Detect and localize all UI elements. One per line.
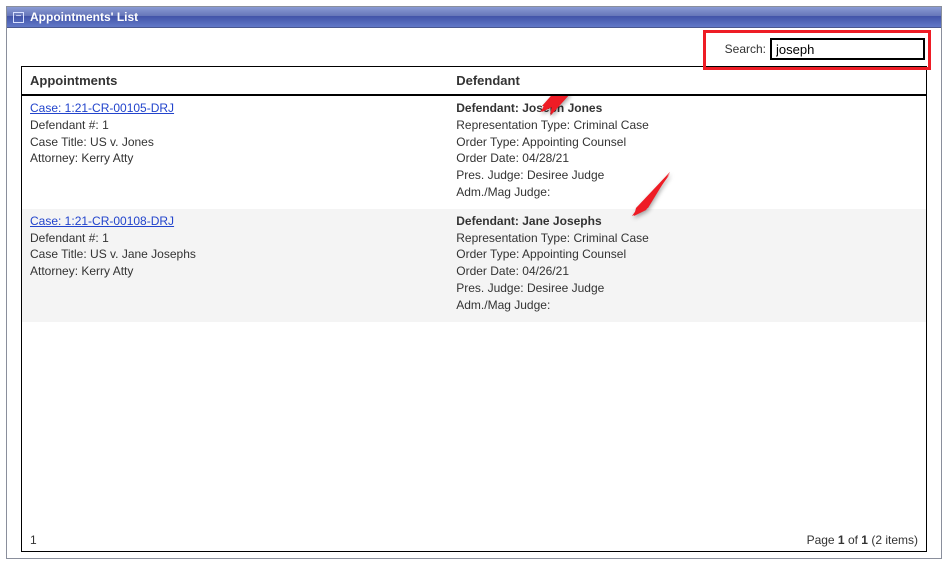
attorney: Kerry Atty (81, 264, 133, 278)
panel-header: − Appointments' List (7, 7, 941, 28)
order-type: Appointing Counsel (522, 135, 626, 149)
order-type-label: Order Type: (456, 247, 519, 261)
case-title-label: Case Title: (30, 247, 87, 261)
defendant-num-label: Defendant #: (30, 118, 99, 132)
order-type-label: Order Type: (456, 135, 519, 149)
table-row: Case: 1:21-CR-00105-DRJ Defendant #: 1 C… (22, 96, 926, 209)
grid-header: Appointments Defendant (22, 67, 926, 96)
search-label: Search: (725, 42, 766, 56)
appointments-grid: Appointments Defendant (21, 66, 927, 552)
grid-footer: 1 Page 1 of 1 (2 items) (22, 529, 926, 551)
case-link[interactable]: Case: 1:21-CR-00108-DRJ (30, 214, 174, 228)
col-header-defendant: Defendant (456, 73, 918, 88)
rep-type-label: Representation Type: (456, 231, 570, 245)
def-name: Joseph Jones (522, 101, 602, 115)
panel-title: Appointments' List (30, 10, 138, 24)
pres-judge: Desiree Judge (527, 168, 604, 182)
attorney-label: Attorney: (30, 151, 78, 165)
case-title: US v. Jones (90, 135, 154, 149)
case-link[interactable]: Case: 1:21-CR-00105-DRJ (30, 101, 174, 115)
col-header-appointments: Appointments (30, 73, 456, 88)
rep-type-label: Representation Type: (456, 118, 570, 132)
order-date-label: Order Date: (456, 264, 519, 278)
grid-body: Case: 1:21-CR-00105-DRJ Defendant #: 1 C… (22, 96, 926, 529)
order-type: Appointing Counsel (522, 247, 626, 261)
appointments-panel: − Appointments' List Search: Appointment… (6, 6, 942, 559)
page-link[interactable]: 1 (30, 533, 37, 547)
pager-items: (2 items) (868, 533, 918, 547)
collapse-icon[interactable]: − (13, 12, 24, 23)
panel-body: Search: Appointments Defendant (7, 28, 941, 558)
pres-judge-label: Pres. Judge: (456, 281, 523, 295)
adm-judge-label: Adm./Mag Judge: (456, 185, 550, 199)
attorney: Kerry Atty (81, 151, 133, 165)
defendant-cell: Defendant: Jane Josephs Representation T… (456, 213, 918, 314)
search-input[interactable] (770, 38, 925, 60)
pager-total: 1 (861, 533, 868, 547)
attorney-label: Attorney: (30, 264, 78, 278)
search-area: Search: (21, 38, 927, 60)
pager-current: 1 (838, 533, 845, 547)
pager-summary: Page 1 of 1 (2 items) (807, 533, 918, 547)
adm-judge-label: Adm./Mag Judge: (456, 298, 550, 312)
table-row: Case: 1:21-CR-00108-DRJ Defendant #: 1 C… (22, 209, 926, 322)
def-name-label: Defendant: (456, 101, 519, 115)
defendant-num: 1 (102, 118, 109, 132)
pres-judge-label: Pres. Judge: (456, 168, 523, 182)
order-date: 04/26/21 (522, 264, 569, 278)
defendant-cell: Defendant: Joseph Jones Representation T… (456, 100, 918, 201)
defendant-num: 1 (102, 231, 109, 245)
pres-judge: Desiree Judge (527, 281, 604, 295)
def-name: Jane Josephs (522, 214, 601, 228)
def-name-label: Defendant: (456, 214, 519, 228)
rep-type: Criminal Case (573, 118, 648, 132)
case-title: US v. Jane Josephs (90, 247, 196, 261)
defendant-num-label: Defendant #: (30, 231, 99, 245)
pager-of: of (845, 533, 862, 547)
appointments-cell: Case: 1:21-CR-00108-DRJ Defendant #: 1 C… (30, 213, 456, 314)
pager-prefix: Page (807, 533, 838, 547)
order-date: 04/28/21 (522, 151, 569, 165)
appointments-cell: Case: 1:21-CR-00105-DRJ Defendant #: 1 C… (30, 100, 456, 201)
case-title-label: Case Title: (30, 135, 87, 149)
order-date-label: Order Date: (456, 151, 519, 165)
rep-type: Criminal Case (573, 231, 648, 245)
